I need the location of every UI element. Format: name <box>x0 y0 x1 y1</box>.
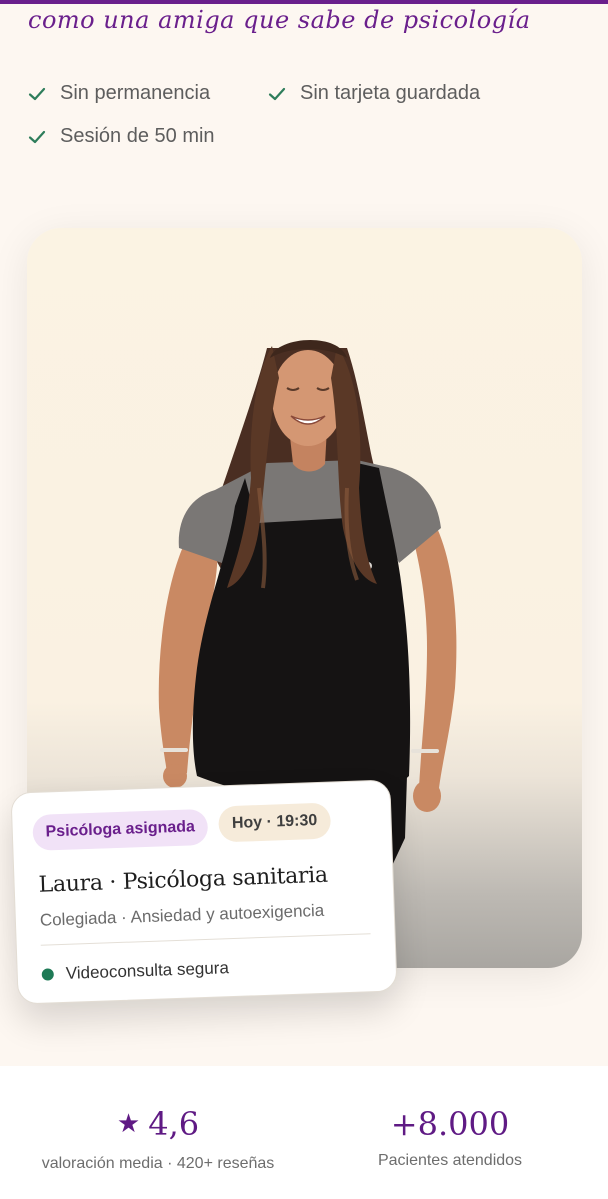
status-dot-icon <box>41 968 54 981</box>
therapist-card[interactable]: Psicóloga asignada Hoy · 19:30 Laura · P… <box>10 779 398 1005</box>
time-badge: Hoy · 19:30 <box>218 802 332 843</box>
rating-stat: ★ 4,6 valoración media · 420+ reseñas <box>8 1104 308 1173</box>
patients-label: Pacientes atendidos <box>377 1152 523 1169</box>
check-icon <box>28 87 46 100</box>
therapist-name: Laura · Psicóloga sanitaria <box>38 862 329 898</box>
card-divider <box>40 933 371 946</box>
benefit-no-saved-card: Sin tarjeta guardada <box>268 82 480 105</box>
role-badge: Psicóloga asignada <box>32 808 209 851</box>
stats-section: ★ 4,6 valoración media · 420+ reseñas +8.… <box>0 1066 608 1199</box>
top-accent-bar <box>0 0 608 4</box>
tagline: como una amiga que sabe de psicología <box>28 6 531 34</box>
benefit-label: Sesión de 50 min <box>60 125 215 147</box>
secure-label: Videoconsulta segura <box>65 958 230 983</box>
rating-label: valoración media · 420+ reseñas <box>41 1155 275 1172</box>
check-icon <box>268 87 286 100</box>
rating-value-row: ★ 4,6 <box>8 1104 308 1147</box>
star-icon: ★ <box>116 1109 141 1139</box>
patients-stat: +8.000 Pacientes atendidos <box>300 1104 600 1170</box>
benefit-session-length: Sesión de 50 min <box>28 125 215 148</box>
secure-video-indicator: Videoconsulta segura <box>41 958 229 985</box>
check-icon <box>28 130 46 143</box>
therapist-specialties: Colegiada · Ansiedad y autoexigencia <box>39 900 325 930</box>
benefit-no-permanence: Sin permanencia <box>28 82 210 105</box>
patients-value: +8.000 <box>390 1105 510 1143</box>
rating-value: 4,6 <box>148 1105 200 1143</box>
benefit-label: Sin tarjeta guardada <box>300 82 481 104</box>
benefit-label: Sin permanencia <box>60 82 211 104</box>
